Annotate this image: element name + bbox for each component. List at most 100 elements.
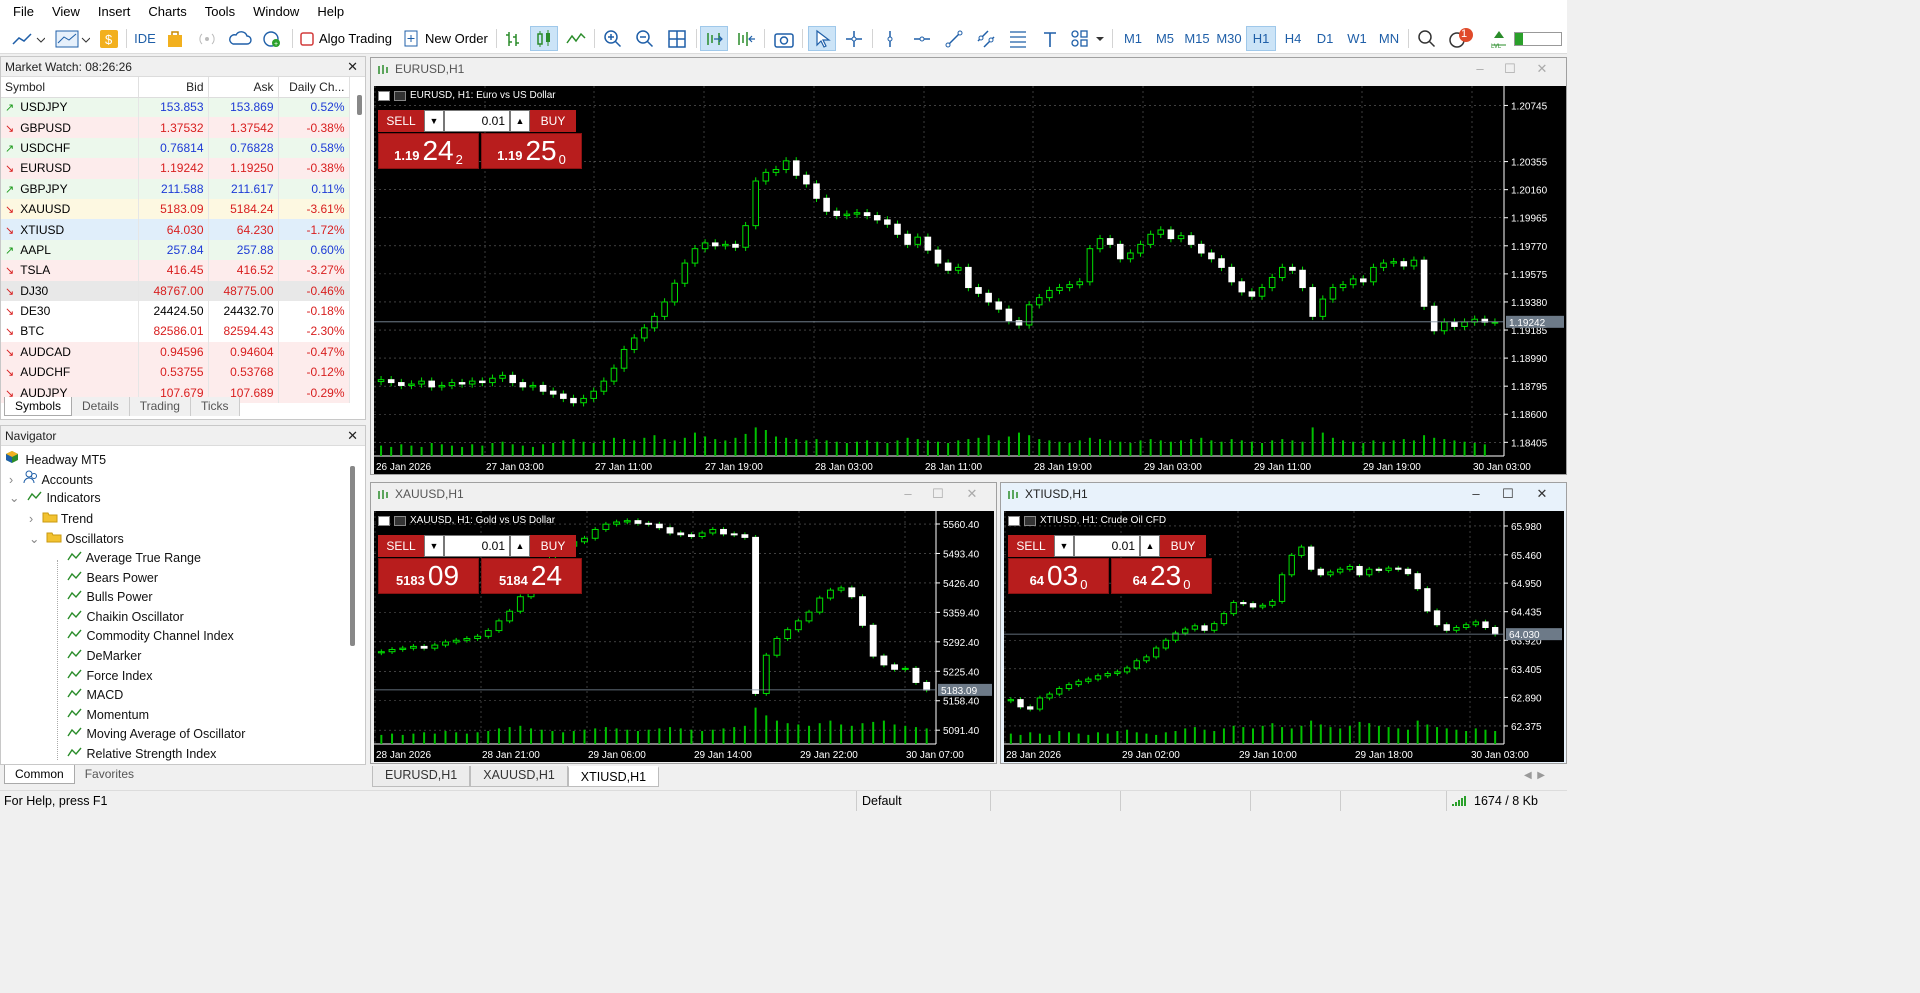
tab-chart-xauusd[interactable]: XAUUSD,H1 — [470, 766, 568, 787]
oscillator-item[interactable]: Commodity Channel Index — [67, 628, 234, 643]
channel-icon[interactable] — [972, 26, 1000, 51]
algo-trading-button[interactable]: Algo Trading — [300, 26, 392, 51]
autoscroll-icon[interactable] — [700, 26, 728, 51]
buy-price-box[interactable]: 1.19 25 0 — [481, 133, 582, 169]
vertical-line-icon[interactable] — [876, 26, 904, 51]
lot-size-field[interactable]: 0.01 — [444, 110, 510, 132]
lot-down-icon[interactable]: ▼ — [424, 535, 444, 557]
chart-canvas-eurusd[interactable]: 26 Jan 2026 27 Jan 03:00 27 Jan 11:00 27 Ja… — [374, 86, 1566, 474]
col-ask[interactable]: Ask — [208, 77, 279, 98]
tab-common[interactable]: Common — [4, 765, 75, 784]
buy-price-box[interactable]: 64 23 0 — [1111, 558, 1212, 594]
tab-trading[interactable]: Trading — [129, 397, 191, 416]
trendline-icon[interactable] — [940, 26, 968, 51]
oscillator-item[interactable]: Force Index — [67, 668, 153, 683]
scrollbar[interactable] — [357, 95, 362, 115]
table-row[interactable]: ↘ AUDCAD 0.94596 0.94604 -0.47% — [1, 341, 350, 363]
tab-ticks[interactable]: Ticks — [190, 397, 240, 416]
crosshair-icon[interactable] — [840, 26, 868, 51]
timeframe-m15[interactable]: M15 — [1182, 26, 1212, 51]
close-icon[interactable]: ✕ — [344, 59, 361, 75]
tab-symbols[interactable]: Symbols — [4, 397, 73, 416]
line-chart-icon[interactable] — [562, 26, 590, 51]
tab-details[interactable]: Details — [72, 397, 130, 416]
nav-oscillators-folder[interactable]: ⌄ Oscillators — [29, 530, 124, 546]
candlestick-chart-icon[interactable] — [530, 26, 558, 51]
oscillator-item[interactable]: Bulls Power — [67, 589, 152, 604]
buy-button[interactable]: BUY — [530, 535, 576, 557]
nav-root[interactable]: Headway MT5 — [5, 450, 106, 467]
tab-chart-eurusd[interactable]: EURUSD,H1 — [372, 766, 471, 787]
table-row[interactable]: ↗ GBPJPY 211.588 211.617 0.11% — [1, 178, 350, 199]
menu-tools[interactable]: Tools — [196, 0, 244, 23]
cloud-icon[interactable] — [226, 26, 254, 51]
close-icon[interactable]: ✕ — [1534, 486, 1550, 502]
menu-window[interactable]: Window — [244, 0, 308, 23]
signal-strength-icon[interactable]: LVL — [1486, 26, 1512, 51]
chart-canvas-xtiusd[interactable]: 28 Jan 2026 29 Jan 02:00 29 Jan 10:00 29 Ja… — [1004, 511, 1564, 762]
shapes-icon[interactable] — [1068, 26, 1108, 51]
tab-scroll-arrows[interactable]: ◀ ▶ — [1524, 770, 1545, 781]
close-icon[interactable]: ✕ — [964, 486, 980, 502]
table-row[interactable]: ↘ XTIUSD 64.030 64.230 -1.72% — [1, 219, 350, 240]
bar-chart-icon[interactable] — [500, 26, 526, 51]
table-row[interactable]: ↘ BTC 82586.01 82594.43 -2.30% — [1, 321, 350, 342]
lot-up-icon[interactable]: ▲ — [510, 535, 530, 557]
minimize-icon[interactable]: – — [1472, 61, 1488, 76]
menu-help[interactable]: Help — [308, 0, 353, 23]
table-row[interactable]: ↘ AUDCHF 0.53755 0.53768 -0.12% — [1, 362, 350, 383]
lot-size-field[interactable]: 0.01 — [1074, 535, 1140, 557]
lot-down-icon[interactable]: ▼ — [424, 110, 444, 132]
maximize-icon[interactable]: ☐ — [930, 486, 946, 502]
oscillator-item[interactable]: Bears Power — [67, 570, 158, 585]
signal-icon[interactable] — [194, 26, 220, 51]
tile-windows-icon[interactable] — [664, 26, 690, 51]
market-bag-icon[interactable] — [162, 26, 188, 51]
menu-insert[interactable]: Insert — [89, 0, 140, 23]
oscillator-item[interactable]: Average True Range — [67, 550, 201, 565]
sell-button[interactable]: SELL — [1008, 535, 1054, 557]
scrollbar[interactable] — [350, 466, 355, 646]
timeframe-m1[interactable]: M1 — [1118, 26, 1148, 51]
cursor-icon[interactable] — [808, 26, 836, 51]
oscillator-item[interactable]: Momentum — [67, 707, 149, 722]
table-row[interactable]: ↘ XAUUSD 5183.09 5184.24 -3.61% — [1, 198, 350, 220]
lot-up-icon[interactable]: ▲ — [1140, 535, 1160, 557]
tab-chart-xtiusd[interactable]: XTIUSD,H1 — [567, 766, 660, 787]
oscillator-item[interactable]: Chaikin Oscillator — [67, 609, 184, 624]
oscillator-item[interactable]: MACD — [67, 687, 123, 702]
new-chart-icon[interactable] — [8, 26, 48, 51]
timeframe-mn[interactable]: MN — [1374, 26, 1404, 51]
close-icon[interactable]: ✕ — [344, 428, 361, 444]
lot-up-icon[interactable]: ▲ — [510, 110, 530, 132]
zoom-in-icon[interactable] — [600, 26, 626, 51]
oscillator-item[interactable]: Relative Strength Index — [67, 746, 216, 761]
timeframe-d1[interactable]: D1 — [1310, 26, 1340, 51]
sell-price-box[interactable]: 5183 09 — [378, 558, 479, 594]
horizontal-line-icon[interactable] — [908, 26, 936, 51]
table-row[interactable]: ↘ DJ30 48767.00 48775.00 -0.46% — [1, 280, 350, 301]
zoom-out-icon[interactable] — [632, 26, 658, 51]
menu-file[interactable]: File — [4, 0, 43, 23]
sell-button[interactable]: SELL — [378, 535, 424, 557]
notifications-icon[interactable]: 1 — [1446, 26, 1476, 51]
chart-shift-icon[interactable] — [732, 26, 760, 51]
ide-button[interactable]: IDE — [132, 26, 158, 51]
table-row[interactable]: ↘ TSLA 416.45 416.52 -3.27% — [1, 260, 350, 281]
menu-charts[interactable]: Charts — [139, 0, 195, 23]
close-icon[interactable]: ✕ — [1534, 61, 1550, 77]
profiles-icon[interactable] — [52, 26, 92, 51]
table-row[interactable]: ↗ USDCHF 0.76814 0.76828 0.58% — [1, 137, 350, 159]
sell-price-box[interactable]: 64 03 0 — [1008, 558, 1109, 594]
table-row[interactable]: ↘ DE30 24424.50 24432.70 -0.18% — [1, 300, 350, 322]
screenshot-icon[interactable] — [770, 26, 798, 51]
nav-trend-folder[interactable]: › Trend — [29, 510, 93, 526]
minimize-icon[interactable]: – — [1468, 486, 1484, 501]
table-row[interactable]: ↘ EURUSD 1.19242 1.19250 -0.38% — [1, 158, 350, 179]
maximize-icon[interactable]: ☐ — [1502, 61, 1518, 77]
text-tool-icon[interactable] — [1036, 26, 1064, 51]
sell-button[interactable]: SELL — [378, 110, 424, 132]
lot-down-icon[interactable]: ▼ — [1054, 535, 1074, 557]
col-symbol[interactable]: Symbol — [1, 77, 139, 98]
timeframe-m5[interactable]: M5 — [1150, 26, 1180, 51]
